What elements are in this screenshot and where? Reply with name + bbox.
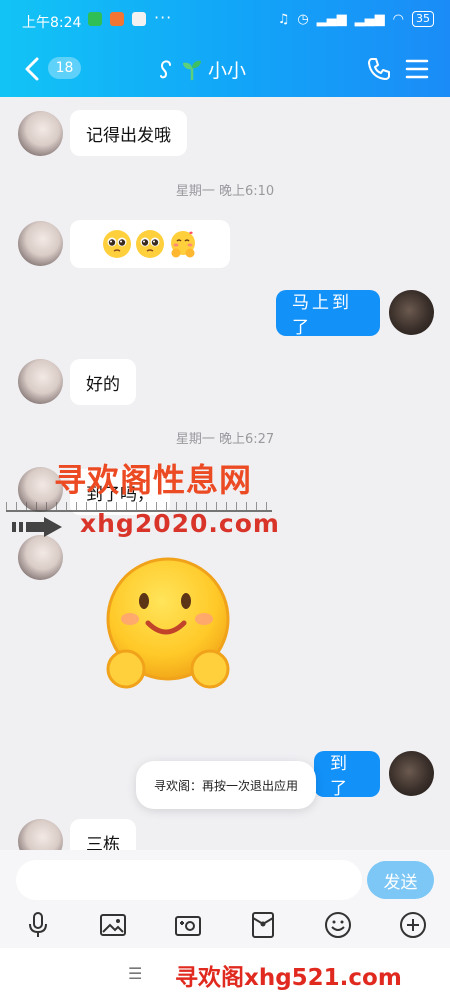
status-more: ··· — [154, 8, 173, 27]
unread-badge[interactable]: 18 — [48, 57, 81, 79]
emoji-row — [86, 229, 214, 259]
chat-area[interactable]: 记得出发哦 星期一 晚上6:10 马上到了 好的 星期一 晚上6:27 到了吗，… — [0, 97, 450, 850]
battery-icon: 35 — [412, 11, 434, 27]
avatar[interactable] — [18, 819, 63, 850]
app-notification-icon — [110, 12, 124, 26]
signal-hd-icon: ▂▄▆ — [354, 11, 385, 27]
arrow-right-icon — [12, 517, 62, 537]
avatar[interactable] — [389, 751, 434, 796]
headphones-icon: ♫ — [277, 11, 290, 27]
avatar[interactable] — [18, 359, 63, 404]
red-packet-icon[interactable] — [248, 910, 278, 940]
watermark-title: 寻欢阁性息网 — [54, 461, 253, 499]
signal-icon: ▂▄▆ — [316, 11, 347, 27]
system-nav-bar: ☰ 寻欢阁xhg521.com — [0, 948, 450, 1000]
send-button[interactable]: 发送 — [367, 861, 434, 899]
message-bubble-incoming[interactable]: 三栋 — [70, 819, 136, 850]
hugging-face-icon — [171, 231, 195, 258]
message-input[interactable] — [16, 860, 362, 900]
chat-title-group[interactable]: 小小 — [156, 54, 246, 84]
chevron-left-icon[interactable] — [18, 54, 48, 84]
microphone-icon[interactable] — [23, 910, 53, 940]
avatar[interactable] — [389, 290, 434, 335]
chat-title: 小小 — [208, 59, 247, 82]
ear-icon — [160, 60, 171, 79]
message-bubble-outgoing[interactable]: 到了 — [314, 751, 380, 799]
alarm-icon: ◷ — [297, 11, 309, 27]
app-notification-icon — [132, 12, 146, 26]
pleading-face-icon — [103, 230, 131, 258]
message-bubble-incoming[interactable]: 记得出发哦 — [70, 110, 187, 156]
status-indicators: ♫ ◷ ▂▄▆ ▂▄▆ ◠ 35 — [278, 11, 434, 27]
avatar[interactable] — [18, 221, 63, 266]
composer: 发送 — [0, 850, 450, 908]
exit-toast: 寻欢阁：再按一次退出应用 — [136, 761, 316, 809]
time-divider: 星期一 晚上6:10 — [175, 184, 275, 199]
message-bubble-incoming[interactable]: 好的 — [70, 359, 136, 405]
nav-menu-icon[interactable]: ☰ — [128, 964, 142, 983]
avatar[interactable] — [18, 535, 63, 580]
time-divider: 星期一 晚上6:27 — [175, 432, 275, 447]
smiling-hug-sticker-icon[interactable] — [100, 557, 240, 697]
footer-watermark: 寻欢阁xhg521.com — [175, 965, 402, 991]
chat-header: 上午8:24 ··· ♫ ◷ ▂▄▆ ▂▄▆ ◠ 35 18 小小 — [0, 0, 450, 97]
status-time: 上午8:24 — [22, 15, 82, 31]
plus-circle-icon[interactable] — [398, 910, 428, 940]
app-notification-icon — [88, 12, 102, 26]
pleading-face-icon — [136, 230, 164, 258]
message-bubble-incoming[interactable] — [70, 220, 230, 268]
camera-icon[interactable] — [173, 910, 203, 940]
input-toolbar — [0, 908, 450, 948]
watermark-domain: xhg2020.com — [80, 509, 280, 538]
menu-icon[interactable] — [405, 57, 429, 81]
wifi-icon: ◠ — [392, 11, 404, 27]
message-bubble-outgoing[interactable]: 马上到了 — [276, 290, 380, 338]
smiley-icon[interactable] — [323, 910, 353, 940]
image-icon[interactable] — [98, 910, 128, 940]
sprout-icon — [183, 60, 201, 81]
status-bar: 上午8:24 ··· ♫ ◷ ▂▄▆ ▂▄▆ ◠ 35 — [0, 0, 450, 40]
avatar[interactable] — [18, 111, 63, 156]
phone-icon[interactable] — [366, 56, 392, 82]
